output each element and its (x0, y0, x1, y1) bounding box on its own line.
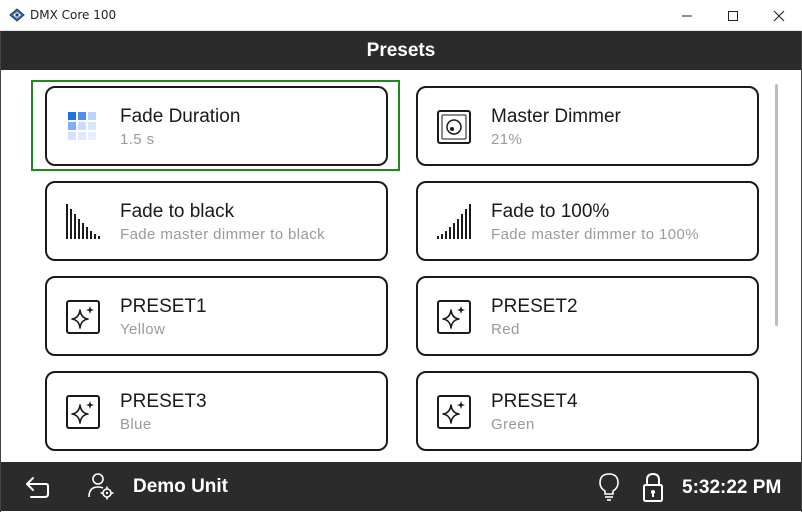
unit-name: Demo Unit (133, 476, 228, 497)
sparkle-icon (437, 395, 471, 429)
preset-card-fade-to-100[interactable]: Fade to 100% Fade master dimmer to 100% (416, 181, 759, 261)
minimize-button[interactable] (664, 0, 710, 31)
preset-title: PRESET3 (120, 391, 207, 412)
page-title: Presets (366, 39, 436, 61)
preset-subtitle: Green (491, 416, 535, 433)
preset-title: PRESET2 (491, 296, 578, 317)
close-icon (773, 10, 785, 21)
fade-down-bars-icon (66, 204, 100, 239)
preset-card-fade-to-black[interactable]: Fade to black Fade master dimmer to blac… (45, 181, 388, 261)
preset-title: PRESET4 (491, 391, 578, 412)
user-settings-icon[interactable] (87, 471, 115, 501)
preset-card-master-dimmer[interactable]: Master Dimmer 21% (416, 86, 759, 166)
fade-up-bars-icon (437, 204, 471, 239)
bottom-bar: Demo Unit 5:32:22 PM (1, 462, 801, 511)
dmx-core-icon (9, 8, 25, 22)
preset-subtitle: Fade master dimmer to 100% (491, 226, 699, 243)
preset-card-preset4[interactable]: PRESET4 Green (416, 371, 759, 451)
preset-card-preset3[interactable]: PRESET3 Blue (45, 371, 388, 451)
back-arrow-icon[interactable] (22, 472, 50, 500)
window-titlebar: DMX Core 100 (0, 0, 802, 31)
minimize-icon (682, 15, 692, 16)
maximize-icon (728, 10, 738, 21)
preset-subtitle: Yellow (120, 321, 166, 338)
sparkle-icon (437, 300, 471, 334)
page-header: Presets (1, 31, 801, 70)
preset-subtitle: Fade master dimmer to black (120, 226, 326, 243)
dimmer-knob-icon (437, 110, 471, 144)
lightbulb-icon[interactable] (598, 472, 620, 502)
maximize-button[interactable] (710, 0, 756, 31)
sparkle-icon (66, 395, 100, 429)
window-title: DMX Core 100 (30, 8, 117, 22)
preset-subtitle: Red (491, 321, 520, 338)
preset-subtitle: Blue (120, 416, 152, 433)
preset-card-preset2[interactable]: PRESET2 Red (416, 276, 759, 356)
clock: 5:32:22 PM (682, 477, 782, 498)
preset-subtitle: 1.5 s (120, 131, 155, 148)
presets-grid: Fade Duration 1.5 s Master Dimmer 21% Fa… (1, 70, 801, 462)
preset-title: Fade to 100% (491, 201, 610, 222)
preset-card-fade-duration[interactable]: Fade Duration 1.5 s (45, 86, 388, 166)
preset-title: Fade to black (120, 201, 235, 222)
sparkle-icon (66, 300, 100, 334)
preset-subtitle: 21% (491, 131, 523, 148)
close-button[interactable] (756, 0, 802, 31)
scrollbar[interactable] (775, 84, 778, 326)
preset-title: Fade Duration (120, 106, 241, 127)
preset-card-preset1[interactable]: PRESET1 Yellow (45, 276, 388, 356)
preset-title: Master Dimmer (491, 106, 621, 127)
preset-title: PRESET1 (120, 296, 207, 317)
lock-icon[interactable] (641, 471, 665, 503)
grid-icon (68, 112, 96, 140)
